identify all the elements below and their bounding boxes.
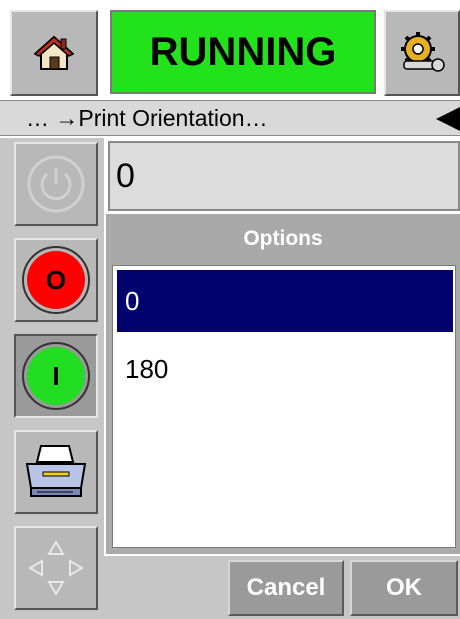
start-circle: I: [27, 347, 85, 405]
printer-icon: [25, 445, 87, 497]
cancel-label: Cancel: [246, 574, 326, 601]
home-button[interactable]: [10, 10, 98, 96]
start-button[interactable]: I: [14, 334, 98, 418]
left-rail: O I: [0, 138, 104, 619]
gear-wrench-icon: [401, 32, 445, 72]
option-item-0[interactable]: 0: [117, 270, 453, 332]
breadcrumb-bar: … →Print Orientation…: [0, 100, 460, 136]
printer-button[interactable]: [14, 430, 98, 514]
settings-button[interactable]: [384, 10, 460, 96]
back-button[interactable]: [434, 107, 460, 131]
home-icon: [34, 35, 74, 70]
value-text: 0: [116, 156, 135, 195]
power-icon: [27, 155, 85, 213]
option-item-180[interactable]: 180: [117, 338, 453, 400]
value-field: 0: [108, 141, 460, 211]
navigation-button[interactable]: [14, 526, 98, 610]
options-list: 0 180: [112, 265, 456, 548]
status-indicator: RUNNING: [110, 10, 376, 94]
cancel-button[interactable]: Cancel: [228, 560, 344, 616]
stop-indicator: O: [22, 246, 90, 314]
options-panel: Options 0 180: [106, 214, 460, 554]
stop-label: O: [45, 264, 67, 295]
stop-circle: O: [27, 251, 85, 309]
options-title: Options: [243, 227, 323, 250]
power-button[interactable]: [14, 142, 98, 226]
stop-button[interactable]: O: [14, 238, 98, 322]
footer-bar: Cancel OK: [104, 556, 460, 619]
breadcrumb: … →Print Orientation…: [26, 105, 268, 131]
ok-button[interactable]: OK: [350, 560, 458, 616]
arrows-icon: [28, 540, 84, 596]
left-triangle-icon: [436, 107, 460, 131]
start-indicator: I: [22, 342, 90, 410]
status-text: RUNNING: [149, 29, 337, 74]
ok-label: OK: [386, 574, 422, 601]
start-label: I: [52, 360, 60, 391]
